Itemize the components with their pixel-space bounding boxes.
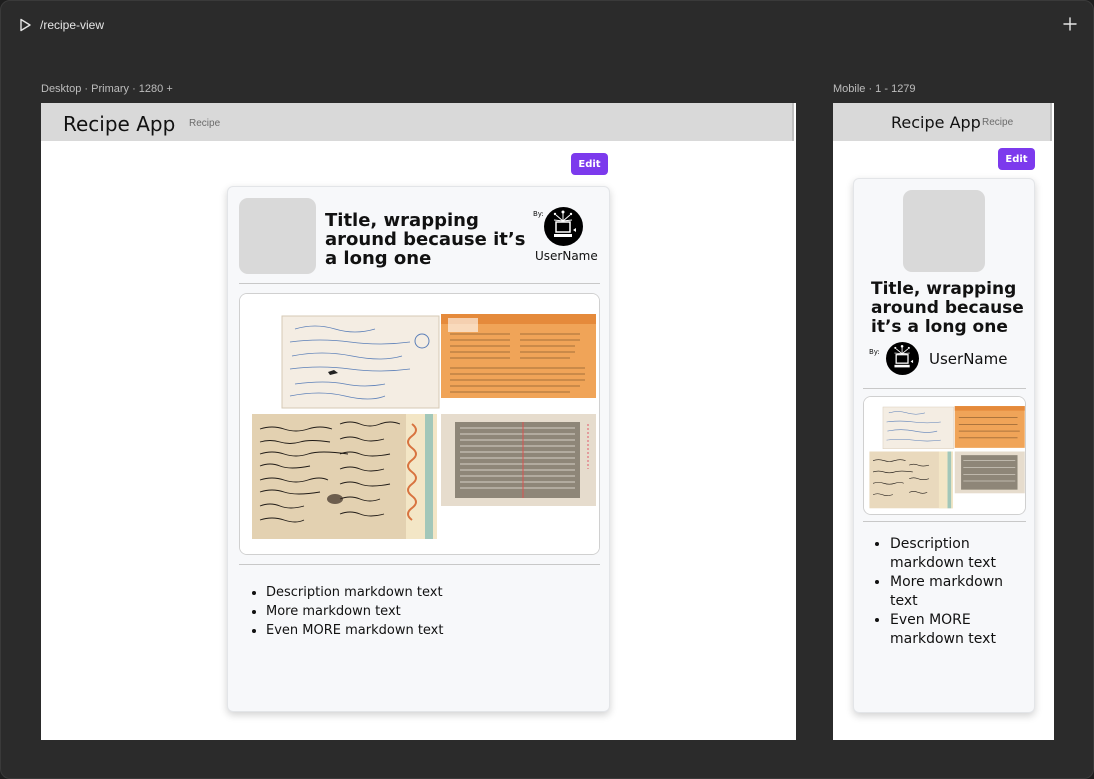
recipe-cards-photo [240,294,599,554]
recipe-thumbnail [903,190,985,272]
username[interactable]: UserName [535,249,598,263]
description-list: Description markdown text More markdown … [248,583,443,640]
photo-divider [239,564,600,565]
recipe-thumbnail [239,198,316,274]
recipe-title: Title, wrapping around because it’s a lo… [325,210,526,269]
by-label: By: [869,348,880,356]
tab-recipe[interactable]: Recipe [189,118,220,129]
description-item: Description markdown text [890,535,1022,573]
description-item: Even MORE markdown text [266,621,443,640]
design-canvas: /recipe-view Desktop · Primary · 1280 + … [0,0,1094,779]
recipe-cards-photo [864,397,1025,514]
desktop-frame: Recipe App Recipe Edit Title, wrapping a… [41,103,796,740]
app-title[interactable]: Recipe App [891,113,981,132]
app-header: Recipe App Recipe [833,103,1052,141]
recipe-photo [863,396,1026,515]
edit-button[interactable]: Edit [571,153,608,175]
user-avatar[interactable] [886,342,919,375]
mobile-frame-label[interactable]: Mobile · 1 - 1279 [833,83,916,95]
plus-icon[interactable] [1062,16,1078,32]
avatar-computer-icon [894,344,914,368]
username[interactable]: UserName [929,350,1007,368]
description-item: More markdown text [890,573,1022,611]
recipe-photo [239,293,600,555]
preview-toolbar: /recipe-view [1,1,1093,49]
app-title[interactable]: Recipe App [63,112,175,136]
avatar-computer-icon [553,210,576,237]
app-header: Recipe App Recipe [41,103,794,141]
recipe-title: Title, wrapping around because it’s a lo… [871,279,1024,337]
photo-divider [863,521,1026,522]
by-label: By: [533,210,544,218]
mobile-frame: Recipe App Recipe Edit Title, wrapping a… [833,103,1054,740]
header-divider [863,388,1026,389]
description-list: Description markdown text More markdown … [872,535,1022,649]
description-item: More markdown text [266,602,443,621]
recipe-card: Title, wrapping around because it’s a lo… [853,178,1035,713]
play-icon[interactable] [18,18,32,32]
header-divider [239,283,600,284]
description-item: Even MORE markdown text [890,611,1022,649]
route-path: /recipe-view [40,18,105,32]
description-item: Description markdown text [266,583,443,602]
desktop-frame-label[interactable]: Desktop · Primary · 1280 + [41,83,173,95]
recipe-card: Title, wrapping around because it’s a lo… [227,186,610,712]
edit-button[interactable]: Edit [998,148,1035,170]
tab-recipe[interactable]: Recipe [982,117,1013,128]
user-avatar[interactable] [544,207,583,246]
